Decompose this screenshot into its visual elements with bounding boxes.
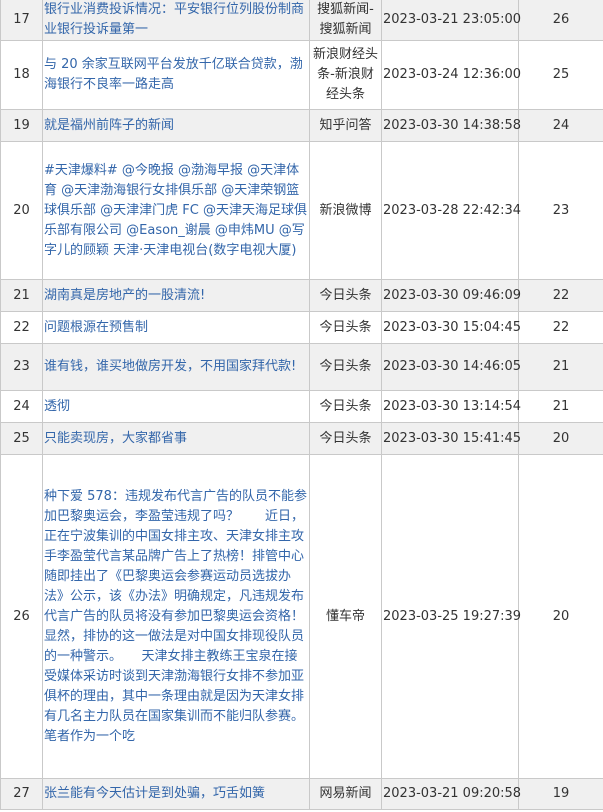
row-index: 17: [0, 0, 43, 41]
table-row: 25 只能卖现房，大家都省事 今日头条 2023-03-30 15:41:45 …: [0, 422, 603, 455]
row-title-link[interactable]: 种下爱 578：违规发布代言广告的队员不能参加巴黎奥运会，李盈莹违规了吗？ 近日…: [42, 454, 324, 779]
table-row: 24 透彻 今日头条 2023-03-30 13:14:54 21: [0, 390, 603, 423]
row-title-link[interactable]: 张兰能有今天估计是到处骗，巧舌如簧: [42, 778, 310, 810]
row-title-link[interactable]: 湖南真是房地产的一股清流!: [42, 279, 310, 312]
row-time: 2023-03-30 14:38:58: [381, 109, 521, 142]
row-time: 2023-03-30 15:04:45: [381, 311, 521, 344]
row-source: 新浪财经头条-新浪财经头条: [309, 40, 382, 110]
row-source: 知乎问答: [309, 109, 382, 142]
row-title-link[interactable]: 银行业消费投诉情况：平安银行位列股份制商业银行投诉量第一: [42, 0, 310, 41]
row-source: 今日头条: [309, 279, 382, 312]
table-row: 19 就是福州前阵子的新闻 知乎问答 2023-03-30 14:38:58 2…: [0, 109, 603, 142]
row-count: 21: [518, 390, 603, 423]
row-time: 2023-03-30 09:46:09: [381, 279, 521, 312]
row-count: 26: [518, 0, 603, 41]
table-row: 21 湖南真是房地产的一股清流! 今日头条 2023-03-30 09:46:0…: [0, 279, 603, 312]
row-count: 20: [518, 454, 603, 779]
row-index: 20: [0, 141, 43, 280]
row-index: 27: [0, 778, 43, 810]
row-title-link[interactable]: 与 20 余家互联网平台发放千亿联合贷款，渤海银行不良率一路走高: [42, 40, 310, 110]
row-time: 2023-03-30 13:14:54: [381, 390, 521, 423]
row-title-link[interactable]: 只能卖现房，大家都省事: [42, 422, 310, 455]
row-index: 22: [0, 311, 43, 344]
row-source: 今日头条: [309, 390, 382, 423]
row-index: 18: [0, 40, 43, 110]
row-time: 2023-03-30 14:46:05: [381, 343, 521, 391]
row-index: 19: [0, 109, 43, 142]
row-count: 24: [518, 109, 603, 142]
table-row: 18 与 20 余家互联网平台发放千亿联合贷款，渤海银行不良率一路走高 新浪财经…: [0, 40, 603, 110]
row-source: 搜狐新闻-搜狐新闻: [309, 0, 382, 41]
table-row: 17 银行业消费投诉情况：平安银行位列股份制商业银行投诉量第一 搜狐新闻-搜狐新…: [0, 0, 603, 41]
results-table: 17 银行业消费投诉情况：平安银行位列股份制商业银行投诉量第一 搜狐新闻-搜狐新…: [0, 0, 603, 810]
row-time: 2023-03-21 23:05:00: [381, 0, 521, 41]
row-count: 25: [518, 40, 603, 110]
table-row: 26 种下爱 578：违规发布代言广告的队员不能参加巴黎奥运会，李盈莹违规了吗？…: [0, 454, 603, 779]
row-count: 22: [518, 279, 603, 312]
row-source: 今日头条: [309, 422, 382, 455]
row-count: 23: [518, 141, 603, 280]
row-index: 21: [0, 279, 43, 312]
row-index: 24: [0, 390, 43, 423]
row-title-link[interactable]: 就是福州前阵子的新闻: [42, 109, 310, 142]
row-source: 网易新闻: [309, 778, 382, 810]
table-row: 27 张兰能有今天估计是到处骗，巧舌如簧 网易新闻 2023-03-21 09:…: [0, 778, 603, 810]
row-title-link[interactable]: 问题根源在预售制: [42, 311, 310, 344]
row-time: 2023-03-28 22:42:34: [381, 141, 521, 280]
row-source: 今日头条: [309, 311, 382, 344]
row-index: 23: [0, 343, 43, 391]
row-source: 懂车帝: [309, 454, 382, 779]
row-count: 22: [518, 311, 603, 344]
row-count: 19: [518, 778, 603, 810]
row-title-link[interactable]: #天津爆料# @今晚报 @渤海早报 @天津体育 @天津渤海银行女排俱乐部 @天津…: [42, 141, 310, 280]
row-source: 今日头条: [309, 343, 382, 391]
row-time: 2023-03-21 09:20:58: [381, 778, 521, 810]
row-title-link[interactable]: 透彻: [42, 390, 310, 423]
table-row: 23 谁有钱，谁买地做房开发，不用国家拜代款! 今日头条 2023-03-30 …: [0, 343, 603, 391]
row-title-link[interactable]: 谁有钱，谁买地做房开发，不用国家拜代款!: [42, 343, 310, 391]
row-time: 2023-03-24 12:36:00: [381, 40, 521, 110]
row-index: 25: [0, 422, 43, 455]
row-time: 2023-03-30 15:41:45: [381, 422, 521, 455]
row-source: 新浪微博: [309, 141, 382, 280]
row-time: 2023-03-25 19:27:39: [381, 454, 521, 779]
results-table-body: 17 银行业消费投诉情况：平安银行位列股份制商业银行投诉量第一 搜狐新闻-搜狐新…: [0, 0, 603, 810]
row-count: 21: [518, 343, 603, 391]
table-row: 20 #天津爆料# @今晚报 @渤海早报 @天津体育 @天津渤海银行女排俱乐部 …: [0, 141, 603, 280]
row-index: 26: [0, 454, 43, 779]
table-row: 22 问题根源在预售制 今日头条 2023-03-30 15:04:45 22: [0, 311, 603, 344]
row-count: 20: [518, 422, 603, 455]
